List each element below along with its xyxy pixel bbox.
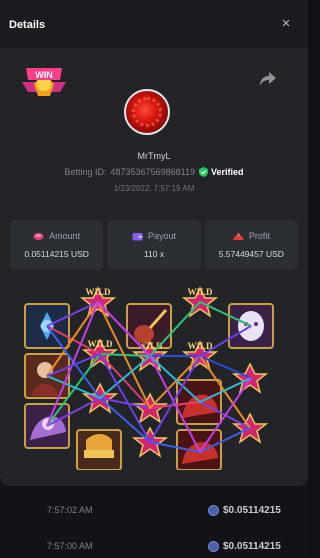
username: MrTmyL: [137, 151, 171, 161]
stat-payout-label: Payout: [147, 231, 176, 241]
verified-label: Verified: [210, 167, 244, 177]
symbol-tile-comb: [76, 429, 122, 470]
win-badge-icon: WIN: [22, 68, 66, 96]
stat-payout-header: Payout: [132, 231, 176, 241]
coin-icon: [208, 504, 219, 516]
history-amount: $0.05114215: [208, 540, 281, 552]
stat-amount-header: Amount: [33, 231, 80, 241]
history-time: 7:57:02 AM: [47, 505, 93, 515]
stat-profit-header: Profit: [232, 231, 270, 241]
coin-icon: [208, 540, 219, 552]
stat-amount-value: 0.05114215 USD: [24, 249, 89, 259]
modal-header: Details ×: [0, 0, 308, 48]
betting-id-label: Betting ID:: [64, 167, 107, 177]
shield-check-icon: [198, 167, 208, 177]
list-item[interactable]: 7:57:00 AM $0.05114215: [0, 526, 308, 558]
bet-datetime: 1/23/2022, 7:57:19 AM: [113, 184, 195, 193]
stat-payout: Payout 110 x: [107, 220, 201, 270]
wild-label: WILD: [85, 287, 111, 297]
stat-profit: Profit 5.57449457 USD: [204, 220, 298, 270]
stat-profit-label: Profit: [248, 231, 270, 241]
close-button[interactable]: ×: [278, 16, 294, 32]
wild-label: WILD: [87, 339, 113, 349]
history-amount: $0.05114215: [208, 504, 281, 516]
avatar: [124, 89, 170, 135]
betting-id: 48735367569868119: [110, 167, 195, 177]
modal-title: Details: [9, 19, 46, 31]
betting-id-row: Betting ID: 48735367569868119 Verified: [0, 167, 308, 177]
wild-label: WILD: [187, 287, 213, 297]
details-modal: Details × WIN MrTmyL Betting ID: 4873536…: [0, 0, 308, 486]
history-amount-value: $0.05114215: [223, 540, 281, 552]
stat-amount: Amount 0.05114215 USD: [10, 220, 104, 270]
coins-icon: [33, 232, 44, 240]
verified-badge: Verified: [198, 167, 244, 177]
win-badge-text: WIN: [35, 70, 53, 80]
slot-game-result: WILD WILD WILD WILD WILD: [24, 286, 274, 470]
stat-profit-value: 5.57449457 USD: [218, 249, 284, 259]
share-icon[interactable]: [258, 70, 278, 88]
stats-row: Amount 0.05114215 USD Payout 110 x Profi…: [10, 220, 298, 270]
history-time: 7:57:00 AM: [47, 541, 93, 551]
wallet-icon: [132, 232, 143, 240]
profit-icon: [232, 232, 244, 240]
stat-amount-label: Amount: [49, 231, 81, 241]
list-item[interactable]: 7:57:02 AM $0.05114215: [0, 490, 308, 530]
page: 7:57:02 AM $0.05114215 7:57:00 AM $0.051…: [0, 0, 308, 558]
stat-payout-value: 110 x: [143, 249, 165, 259]
history-amount-value: $0.05114215: [223, 504, 281, 516]
